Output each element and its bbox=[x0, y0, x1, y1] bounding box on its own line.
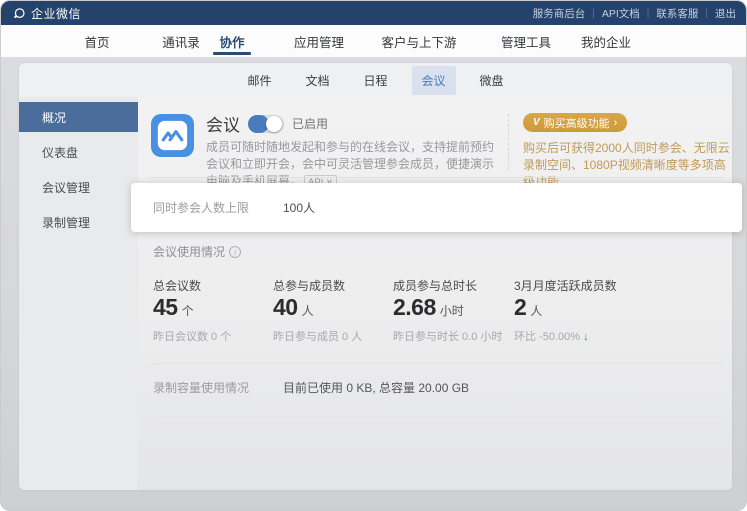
toggle-knob bbox=[266, 116, 282, 132]
info-icon[interactable]: i bbox=[229, 246, 241, 258]
stat-label: 总参与成员数 bbox=[273, 277, 362, 293]
premium-panel: V 购买高级功能 › 购买后可获得2000人同时参会、无限云录制空间、1080P… bbox=[523, 112, 732, 191]
stat-unit: 个 bbox=[182, 302, 194, 319]
divider bbox=[151, 177, 724, 178]
stat-subtext: 昨日参与时长 0.0 小时 bbox=[393, 328, 502, 344]
dashed-divider bbox=[508, 114, 509, 170]
premium-v-icon: V bbox=[533, 117, 540, 128]
stat-unit: 人 bbox=[302, 302, 314, 319]
main-nav: 首页 通讯录 协作 应用管理 客户与上下游 管理工具 我的企业 bbox=[1, 25, 746, 57]
usage-title-text: 会议使用情况 bbox=[153, 243, 225, 260]
sidebar-item-meeting-mgmt[interactable]: 会议管理 bbox=[19, 172, 138, 202]
stat-total-participants: 总参与成员数 40 人 昨日参与成员 0 人 bbox=[273, 277, 362, 344]
divider bbox=[153, 422, 725, 423]
topbar-links: 服务商后台 | API文档 | 联系客服 | 退出 bbox=[533, 6, 736, 21]
brand-name: 企业微信 bbox=[31, 5, 81, 22]
stat-unit: 小时 bbox=[440, 302, 464, 319]
max-participants-label: 同时参会人数上限 bbox=[153, 199, 283, 216]
stat-value: 2.68 bbox=[393, 294, 436, 321]
app-description-text: 成员可随时随地发起和参与的在线会议，支持提前预约会议和立即开会，会中可灵活管理参… bbox=[206, 140, 494, 188]
topbar: 企业微信 服务商后台 | API文档 | 联系客服 | 退出 bbox=[1, 1, 746, 25]
stat-value: 45 bbox=[153, 294, 178, 321]
tabstrip: 邮件 文档 日程 会议 微盘 bbox=[19, 63, 732, 97]
stat-subtext: 环比 -50.00% ↓ bbox=[514, 328, 617, 344]
tab-drive[interactable]: 微盘 bbox=[470, 66, 514, 95]
app-title-row: 会议 已启用 bbox=[206, 111, 328, 136]
active-nav-underline bbox=[213, 52, 251, 55]
app-window: 企业微信 服务商后台 | API文档 | 联系客服 | 退出 首页 通讯录 协作… bbox=[0, 0, 747, 511]
tab-mail[interactable]: 邮件 bbox=[237, 66, 281, 95]
recording-capacity-value: 目前已使用 0 KB, 总容量 20.00 GB bbox=[283, 379, 469, 396]
stat-value: 40 bbox=[273, 294, 298, 321]
stat-subtext: 昨日会议数 0 个 bbox=[153, 328, 231, 344]
enable-status-label: 已启用 bbox=[292, 115, 328, 132]
chevron-right-icon: › bbox=[614, 117, 618, 129]
stat-monthly-active: 3月月度活跃成员数 2 人 环比 -50.00% ↓ bbox=[514, 277, 617, 344]
link-api-docs[interactable]: API文档 bbox=[602, 6, 640, 21]
link-logout[interactable]: 退出 bbox=[715, 6, 736, 21]
stat-label: 成员参与总时长 bbox=[393, 277, 502, 293]
link-contact-support[interactable]: 联系客服 bbox=[656, 6, 698, 21]
nav-item-home[interactable]: 首页 bbox=[84, 25, 109, 57]
stat-total-duration: 成员参与总时长 2.68 小时 昨日参与时长 0.0 小时 bbox=[393, 277, 502, 344]
main-panel: 会议 已启用 成员可随时随地发起和参与的在线会议，支持提前预约会议和立即开会，会… bbox=[138, 97, 732, 490]
app-title: 会议 bbox=[206, 111, 240, 136]
sidebar-item-overview[interactable]: 概况 bbox=[19, 102, 138, 132]
nav-item-admin-tools[interactable]: 管理工具 bbox=[501, 25, 551, 57]
nav-item-customers[interactable]: 客户与上下游 bbox=[381, 25, 456, 57]
stat-subtext: 昨日参与成员 0 人 bbox=[273, 328, 362, 344]
usage-section-title: 会议使用情况 i bbox=[153, 243, 241, 260]
max-participants-value: 100人 bbox=[283, 199, 315, 216]
enable-toggle[interactable] bbox=[248, 115, 284, 133]
nav-item-my-company[interactable]: 我的企业 bbox=[581, 25, 631, 57]
meeting-app-icon bbox=[151, 114, 194, 157]
divider bbox=[153, 363, 725, 364]
sidebar: 概况 仪表盘 会议管理 录制管理 bbox=[19, 97, 138, 490]
buy-premium-label: 购买高级功能 bbox=[544, 115, 610, 131]
sidebar-item-recording-mgmt[interactable]: 录制管理 bbox=[19, 207, 138, 237]
separator: | bbox=[647, 8, 650, 19]
highlighted-setting-row[interactable]: 同时参会人数上限 100人 bbox=[131, 183, 742, 232]
brand[interactable]: 企业微信 bbox=[13, 5, 81, 22]
nav-item-apps[interactable]: 应用管理 bbox=[294, 25, 344, 57]
tab-docs[interactable]: 文档 bbox=[295, 66, 339, 95]
separator: | bbox=[592, 8, 595, 19]
stat-value: 2 bbox=[514, 294, 526, 321]
sidebar-item-dashboard[interactable]: 仪表盘 bbox=[19, 137, 138, 167]
tab-calendar[interactable]: 日程 bbox=[353, 66, 397, 95]
stat-unit: 人 bbox=[530, 302, 542, 319]
recording-capacity-label: 录制容量使用情况 bbox=[153, 379, 283, 396]
link-provider-console[interactable]: 服务商后台 bbox=[533, 6, 586, 21]
stat-label: 总会议数 bbox=[153, 277, 231, 293]
card-body: 概况 仪表盘 会议管理 录制管理 会议 bbox=[19, 97, 732, 490]
separator: | bbox=[705, 8, 708, 19]
tab-meeting[interactable]: 会议 bbox=[412, 66, 456, 95]
buy-premium-button[interactable]: V 购买高级功能 › bbox=[523, 113, 627, 132]
arrow-down-icon: ↓ bbox=[583, 331, 589, 343]
stat-label: 3月月度活跃成员数 bbox=[514, 277, 617, 293]
stat-total-meetings: 总会议数 45 个 昨日会议数 0 个 bbox=[153, 277, 231, 344]
wecom-logo-icon bbox=[13, 7, 26, 20]
nav-item-contacts[interactable]: 通讯录 bbox=[162, 25, 200, 57]
recording-capacity-row: 录制容量使用情况 目前已使用 0 KB, 总容量 20.00 GB bbox=[153, 379, 725, 396]
trend-text: 环比 -50.00% bbox=[514, 331, 580, 343]
content-card: 邮件 文档 日程 会议 微盘 概况 仪表盘 会议管理 录制管理 bbox=[19, 63, 732, 490]
